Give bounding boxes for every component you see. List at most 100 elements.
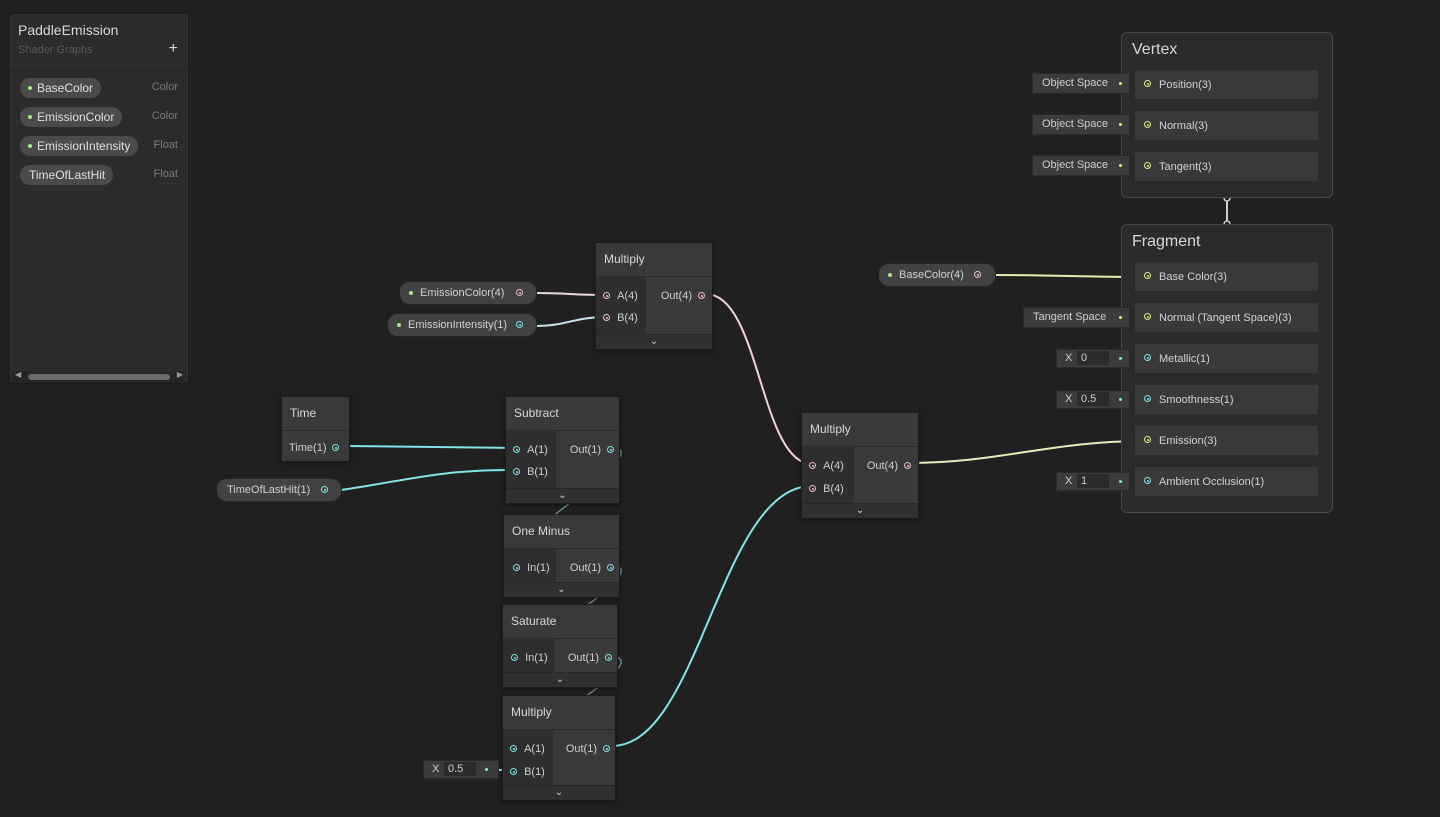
space-dropdown-normal-tangent[interactable]: Tangent Space bbox=[1023, 307, 1130, 328]
output-port-icon[interactable] bbox=[516, 321, 523, 328]
input-port-a[interactable]: A(4) bbox=[603, 290, 638, 302]
port-dot-icon[interactable] bbox=[513, 564, 520, 571]
inline-value-ambient-occlusion[interactable]: X 1 bbox=[1056, 472, 1130, 491]
port-dot-icon[interactable] bbox=[605, 654, 612, 661]
port-dot-icon[interactable] bbox=[511, 654, 518, 661]
property-node-base-color[interactable]: BaseColor(4) bbox=[878, 263, 996, 287]
port-dot-icon[interactable] bbox=[607, 564, 614, 571]
input-port-b[interactable]: B(4) bbox=[809, 483, 844, 495]
port-dot-icon[interactable] bbox=[513, 446, 520, 453]
port-dot-icon[interactable] bbox=[332, 444, 340, 451]
chevron-down-icon[interactable]: ⌄ bbox=[506, 488, 619, 503]
blackboard-property-row[interactable]: EmissionColor Color bbox=[20, 107, 178, 127]
input-port-a[interactable]: A(1) bbox=[510, 743, 545, 755]
property-pill[interactable]: EmissionIntensity bbox=[20, 136, 139, 156]
node-title[interactable]: Multiply bbox=[503, 696, 615, 730]
chevron-down-icon[interactable]: ⌄ bbox=[503, 672, 617, 687]
fragment-context[interactable]: Fragment Base Color(3) Normal (Tangent S… bbox=[1121, 224, 1333, 513]
vertex-context[interactable]: Vertex Position(3) Normal(3) Tangent(3) bbox=[1121, 32, 1333, 198]
port-dot-icon[interactable] bbox=[1144, 313, 1151, 320]
scroll-left-icon[interactable]: ◀ bbox=[15, 370, 21, 379]
node-title[interactable]: Multiply bbox=[596, 243, 712, 277]
output-port-icon[interactable] bbox=[974, 271, 981, 278]
space-dropdown-normal[interactable]: Object Space bbox=[1032, 114, 1130, 135]
blackboard-property-row[interactable]: EmissionIntensity Float bbox=[20, 136, 178, 156]
node-title[interactable]: Subtract bbox=[506, 397, 619, 431]
output-port[interactable]: Out(1) bbox=[568, 652, 612, 664]
inline-value-smoothness[interactable]: X 0.5 bbox=[1056, 390, 1130, 409]
horizontal-scrollbar[interactable]: ◀ ▶ bbox=[12, 370, 186, 383]
space-dropdown-tangent[interactable]: Object Space bbox=[1032, 155, 1130, 176]
time-node[interactable]: Time Time(1) bbox=[281, 396, 350, 462]
input-port[interactable]: In(1) bbox=[511, 652, 548, 664]
subtract-node[interactable]: Subtract A(1) B(1) Out(1) ⌄ bbox=[505, 396, 620, 504]
port-dot-icon[interactable] bbox=[607, 446, 614, 453]
port-dot-icon[interactable] bbox=[1144, 477, 1151, 484]
input-port-b[interactable]: B(1) bbox=[513, 466, 548, 478]
scroll-right-icon[interactable]: ▶ bbox=[177, 370, 183, 379]
property-node-time-of-last-hit[interactable]: TimeOfLastHit(1) bbox=[216, 478, 342, 502]
float-input[interactable]: 0.5 bbox=[444, 762, 476, 776]
float-input[interactable]: 0 bbox=[1077, 351, 1109, 365]
multiply-node-top[interactable]: Multiply A(4) B(4) Out(4) ⌄ bbox=[595, 242, 713, 350]
node-title[interactable]: One Minus bbox=[504, 515, 619, 549]
saturate-node[interactable]: Saturate In(1) Out(1) ⌄ bbox=[502, 604, 618, 688]
input-port-a[interactable]: A(1) bbox=[513, 444, 548, 456]
input-port-a[interactable]: A(4) bbox=[809, 460, 844, 472]
port-dot-icon[interactable] bbox=[809, 462, 816, 469]
output-port[interactable]: Out(4) bbox=[867, 460, 911, 472]
node-title[interactable]: Multiply bbox=[802, 413, 918, 447]
port-dot-icon[interactable] bbox=[1144, 272, 1151, 279]
output-port[interactable]: Out(1) bbox=[566, 743, 610, 755]
block-normal[interactable]: Normal(3) bbox=[1134, 110, 1319, 141]
one-minus-node[interactable]: One Minus In(1) Out(1) ⌄ bbox=[503, 514, 620, 598]
port-dot-icon[interactable] bbox=[1144, 162, 1151, 169]
output-port[interactable]: Out(1) bbox=[570, 562, 614, 574]
block-normal-tangent[interactable]: Normal (Tangent Space)(3) bbox=[1134, 302, 1319, 333]
port-dot-icon[interactable] bbox=[698, 292, 705, 299]
input-port-b[interactable]: B(1) bbox=[510, 766, 545, 778]
port-dot-icon[interactable] bbox=[1144, 436, 1151, 443]
blackboard-property-row[interactable]: TimeOfLastHit Float bbox=[20, 165, 178, 185]
port-dot-icon[interactable] bbox=[904, 462, 911, 469]
output-port[interactable]: Out(1) bbox=[570, 444, 614, 456]
output-port[interactable]: Time(1) bbox=[289, 442, 340, 454]
chevron-down-icon[interactable]: ⌄ bbox=[504, 582, 619, 597]
add-property-button[interactable]: + bbox=[169, 40, 178, 58]
scrollbar-thumb[interactable] bbox=[28, 374, 170, 380]
chevron-down-icon[interactable]: ⌄ bbox=[596, 334, 712, 349]
space-dropdown-position[interactable]: Object Space bbox=[1032, 73, 1130, 94]
multiply-node-low[interactable]: Multiply A(1) B(1) Out(1) ⌄ bbox=[502, 695, 616, 801]
output-port[interactable]: Out(4) bbox=[661, 290, 705, 302]
float-input[interactable]: 0.5 bbox=[1077, 392, 1109, 406]
inline-value-field-b[interactable]: X 0.5 bbox=[423, 760, 499, 779]
block-smoothness[interactable]: Smoothness(1) bbox=[1134, 384, 1319, 415]
property-pill[interactable]: EmissionColor bbox=[20, 107, 123, 127]
block-tangent[interactable]: Tangent(3) bbox=[1134, 151, 1319, 182]
chevron-down-icon[interactable]: ⌄ bbox=[802, 503, 918, 518]
block-position[interactable]: Position(3) bbox=[1134, 69, 1319, 100]
port-dot-icon[interactable] bbox=[1144, 354, 1151, 361]
node-title[interactable]: Saturate bbox=[503, 605, 617, 639]
output-port-icon[interactable] bbox=[516, 289, 523, 296]
node-title[interactable]: Time bbox=[282, 397, 349, 431]
inline-value-metallic[interactable]: X 0 bbox=[1056, 349, 1130, 368]
port-dot-icon[interactable] bbox=[1144, 395, 1151, 402]
property-node-emission-color[interactable]: EmissionColor(4) bbox=[399, 281, 537, 305]
block-ambient-occlusion[interactable]: Ambient Occlusion(1) bbox=[1134, 466, 1319, 497]
blackboard-property-row[interactable]: BaseColor Color bbox=[20, 78, 178, 98]
port-dot-icon[interactable] bbox=[513, 468, 520, 475]
float-input[interactable]: 1 bbox=[1077, 474, 1109, 488]
block-metallic[interactable]: Metallic(1) bbox=[1134, 343, 1319, 374]
port-dot-icon[interactable] bbox=[510, 768, 517, 775]
output-port-icon[interactable] bbox=[321, 486, 328, 493]
input-port-b[interactable]: B(4) bbox=[603, 312, 638, 324]
multiply-node-mid[interactable]: Multiply A(4) B(4) Out(4) ⌄ bbox=[801, 412, 919, 519]
port-dot-icon[interactable] bbox=[1144, 80, 1151, 87]
property-pill[interactable]: BaseColor bbox=[20, 78, 102, 98]
property-node-emission-intensity[interactable]: EmissionIntensity(1) bbox=[387, 313, 537, 337]
port-dot-icon[interactable] bbox=[809, 485, 816, 492]
input-port[interactable]: In(1) bbox=[513, 562, 550, 574]
property-pill[interactable]: TimeOfLastHit bbox=[20, 165, 114, 185]
port-dot-icon[interactable] bbox=[603, 745, 610, 752]
